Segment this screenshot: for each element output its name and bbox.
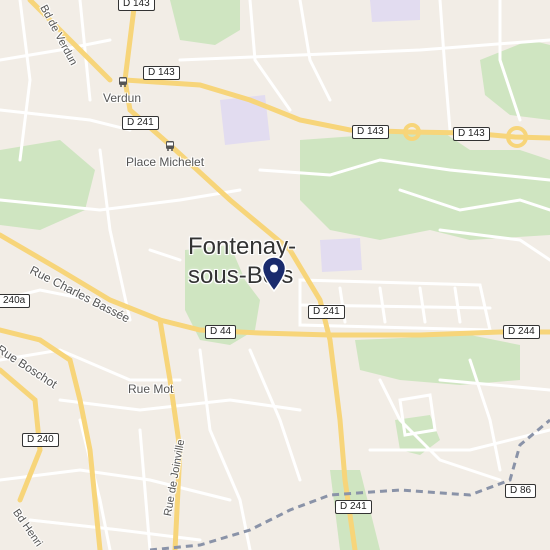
route-shield-d244: D 244: [503, 325, 540, 339]
route-shield-d143: D 143: [453, 127, 490, 141]
street-label-rue-mot: Rue Mot: [128, 382, 174, 396]
route-shield-d240: D 240: [22, 433, 59, 447]
route-shield-d143: D 143: [352, 125, 389, 139]
route-shield-d44: D 44: [205, 325, 237, 339]
route-shield-d143: D 143: [143, 66, 180, 80]
route-shield-d241: D 241: [308, 305, 345, 319]
route-shield-240a: 240a: [0, 294, 31, 308]
station-label-verdun[interactable]: Verdun: [103, 91, 141, 105]
bus-stop-icon[interactable]: [164, 140, 176, 152]
route-shield-d143: D 143: [118, 0, 155, 11]
route-shield-d86: D 86: [505, 484, 537, 498]
route-shield-d241: D 241: [335, 500, 372, 514]
map-canvas[interactable]: D 143 D 143 D 241 D 143 D 143 D 241 D 44…: [0, 0, 550, 550]
station-label-place-michelet[interactable]: Place Michelet: [126, 155, 204, 169]
route-shield-d241: D 241: [122, 116, 159, 130]
bus-stop-icon[interactable]: [117, 76, 129, 88]
location-pin-icon[interactable]: [261, 256, 287, 292]
